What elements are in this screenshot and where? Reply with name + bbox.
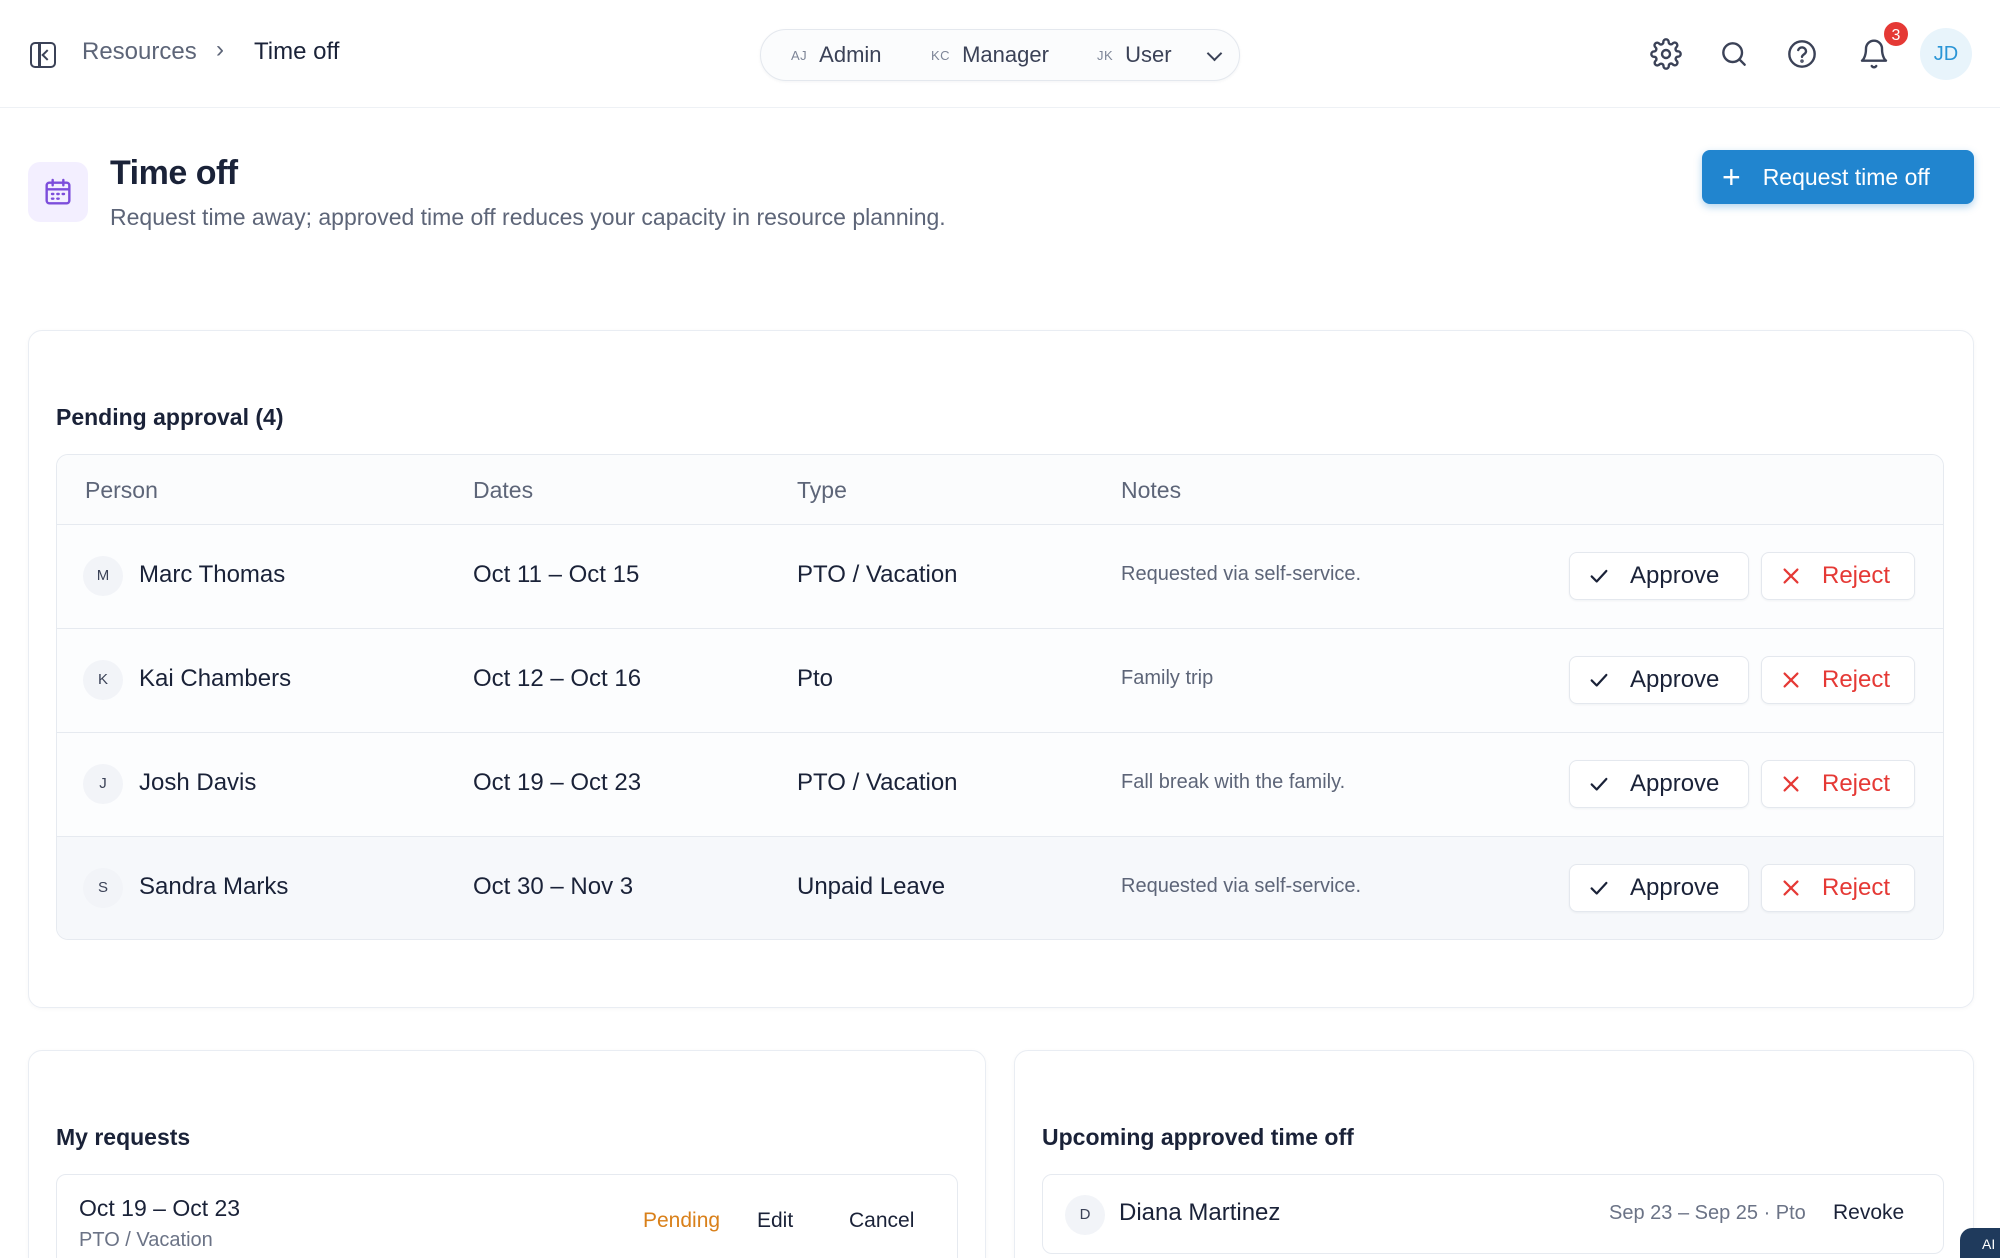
role-switcher[interactable]: AJ Admin KC Manager JK User: [760, 29, 1240, 81]
gear-icon[interactable]: [1650, 38, 1682, 70]
upcoming-dates: Sep 23 – Sep 25 · Pto: [1609, 1202, 1806, 1224]
person-avatar: D: [1065, 1195, 1105, 1235]
person-name: Sandra Marks: [139, 873, 289, 900]
role-admin[interactable]: AJ Admin: [791, 42, 882, 68]
my-requests-title: My requests: [56, 1124, 191, 1150]
check-icon: [1590, 569, 1608, 583]
top-bar: Resources › Time off AJ Admin KC Manager…: [0, 0, 2000, 108]
request-dates: Oct 12 – Oct 16: [473, 665, 642, 692]
request-type: Unpaid Leave: [797, 873, 946, 900]
pending-approval-title: Pending approval (4): [56, 404, 284, 430]
role-user-label: User: [1125, 42, 1172, 67]
person-name: Kai Chambers: [139, 665, 292, 692]
chevron-down-icon[interactable]: [1206, 45, 1223, 62]
role-manager[interactable]: KC Manager: [931, 42, 1049, 68]
request-notes: Family trip: [1121, 667, 1214, 689]
person-name: Diana Martinez: [1119, 1199, 1281, 1226]
role-user[interactable]: JK User: [1097, 42, 1172, 68]
check-icon: [1590, 673, 1608, 687]
approve-button[interactable]: Approve: [1569, 760, 1749, 808]
my-request-type: PTO / Vacation: [79, 1229, 213, 1251]
ai-assistant-button[interactable]: AI: [1960, 1228, 2000, 1258]
reject-button[interactable]: Reject: [1761, 552, 1915, 600]
request-time-off-label: Request time off: [1762, 163, 1930, 190]
reject-label: Reject: [1822, 770, 1891, 797]
reject-label: Reject: [1822, 874, 1891, 901]
request-type: PTO / Vacation: [797, 769, 958, 796]
approve-button[interactable]: Approve: [1569, 656, 1749, 704]
pending-approval-table: Person Dates Type Notes M Marc Thomas Oc…: [56, 454, 1944, 940]
revoke-button[interactable]: Revoke: [1833, 1201, 1904, 1225]
page-subtitle: Request time away; approved time off red…: [110, 204, 946, 230]
approve-label: Approve: [1630, 874, 1720, 901]
request-notes: Requested via self-service.: [1121, 563, 1362, 585]
approve-button[interactable]: Approve: [1569, 552, 1749, 600]
check-icon: [1590, 777, 1608, 791]
request-dates: Oct 19 – Oct 23: [473, 769, 642, 796]
request-dates: Oct 11 – Oct 15: [473, 561, 640, 588]
plus-icon: +: [1722, 159, 1741, 195]
request-type: Pto: [797, 665, 834, 692]
notification-badge: 3: [1882, 20, 1910, 48]
request-notes: Requested via self-service.: [1121, 875, 1362, 897]
reject-label: Reject: [1822, 562, 1891, 589]
approve-label: Approve: [1630, 770, 1720, 797]
breadcrumb-chevron-icon: ›: [216, 36, 224, 63]
cancel-button[interactable]: Cancel: [849, 1209, 914, 1233]
help-icon[interactable]: [1786, 38, 1818, 70]
search-icon[interactable]: [1718, 38, 1750, 70]
approve-button[interactable]: Approve: [1569, 864, 1749, 912]
role-admin-initials: AJ: [791, 47, 808, 63]
person-avatar: K: [83, 660, 123, 700]
column-header-type: Type: [797, 477, 847, 503]
table-header: Person Dates Type Notes: [57, 455, 1943, 525]
request-notes: Fall break with the family.: [1121, 771, 1346, 793]
approve-label: Approve: [1630, 562, 1720, 589]
sidebar-toggle-icon[interactable]: [30, 42, 56, 68]
person-avatar: M: [83, 556, 123, 596]
close-icon: [1783, 672, 1799, 688]
edit-button[interactable]: Edit: [757, 1209, 793, 1233]
list-item: D Diana Martinez Sep 23 – Sep 25 · Pto R…: [1042, 1174, 1944, 1254]
calendar-icon: [28, 162, 88, 222]
reject-label: Reject: [1822, 666, 1891, 693]
reject-button[interactable]: Reject: [1761, 656, 1915, 704]
check-icon: [1590, 881, 1608, 895]
person-avatar: S: [83, 868, 123, 908]
table-row: J Josh Davis Oct 19 – Oct 23 PTO / Vacat…: [57, 733, 1943, 837]
close-icon: [1783, 776, 1799, 792]
list-item: Oct 19 – Oct 23 PTO / Vacation Pending E…: [56, 1174, 958, 1258]
reject-button[interactable]: Reject: [1761, 760, 1915, 808]
breadcrumb-resources[interactable]: Resources: [82, 38, 197, 66]
close-icon: [1783, 568, 1799, 584]
column-header-person: Person: [85, 477, 158, 503]
person-name: Marc Thomas: [139, 561, 286, 588]
avatar[interactable]: JD: [1920, 28, 1972, 80]
column-header-notes: Notes: [1121, 477, 1182, 503]
table-row: K Kai Chambers Oct 12 – Oct 16 Pto Famil…: [57, 629, 1943, 733]
role-manager-label: Manager: [962, 42, 1049, 67]
role-user-initials: JK: [1097, 47, 1114, 63]
table-row: S Sandra Marks Oct 30 – Nov 3 Unpaid Lea…: [57, 837, 1943, 939]
breadcrumb-current: Time off: [254, 38, 340, 65]
my-request-dates: Oct 19 – Oct 23: [79, 1195, 241, 1221]
person-name: Josh Davis: [139, 769, 257, 796]
table-row: M Marc Thomas Oct 11 – Oct 15 PTO / Vaca…: [57, 525, 1943, 629]
status-badge: Pending: [643, 1209, 721, 1232]
request-type: PTO / Vacation: [797, 561, 958, 588]
request-dates: Oct 30 – Nov 3: [473, 873, 634, 900]
person-avatar: J: [83, 764, 123, 804]
reject-button[interactable]: Reject: [1761, 864, 1915, 912]
approve-label: Approve: [1630, 666, 1720, 693]
column-header-dates: Dates: [473, 477, 534, 503]
role-admin-label: Admin: [819, 42, 882, 67]
role-manager-initials: KC: [931, 47, 951, 63]
upcoming-approved-title: Upcoming approved time off: [1042, 1124, 1354, 1150]
close-icon: [1783, 880, 1799, 896]
page-title: Time off: [110, 154, 238, 192]
request-time-off-button[interactable]: + Request time off: [1702, 150, 1974, 204]
